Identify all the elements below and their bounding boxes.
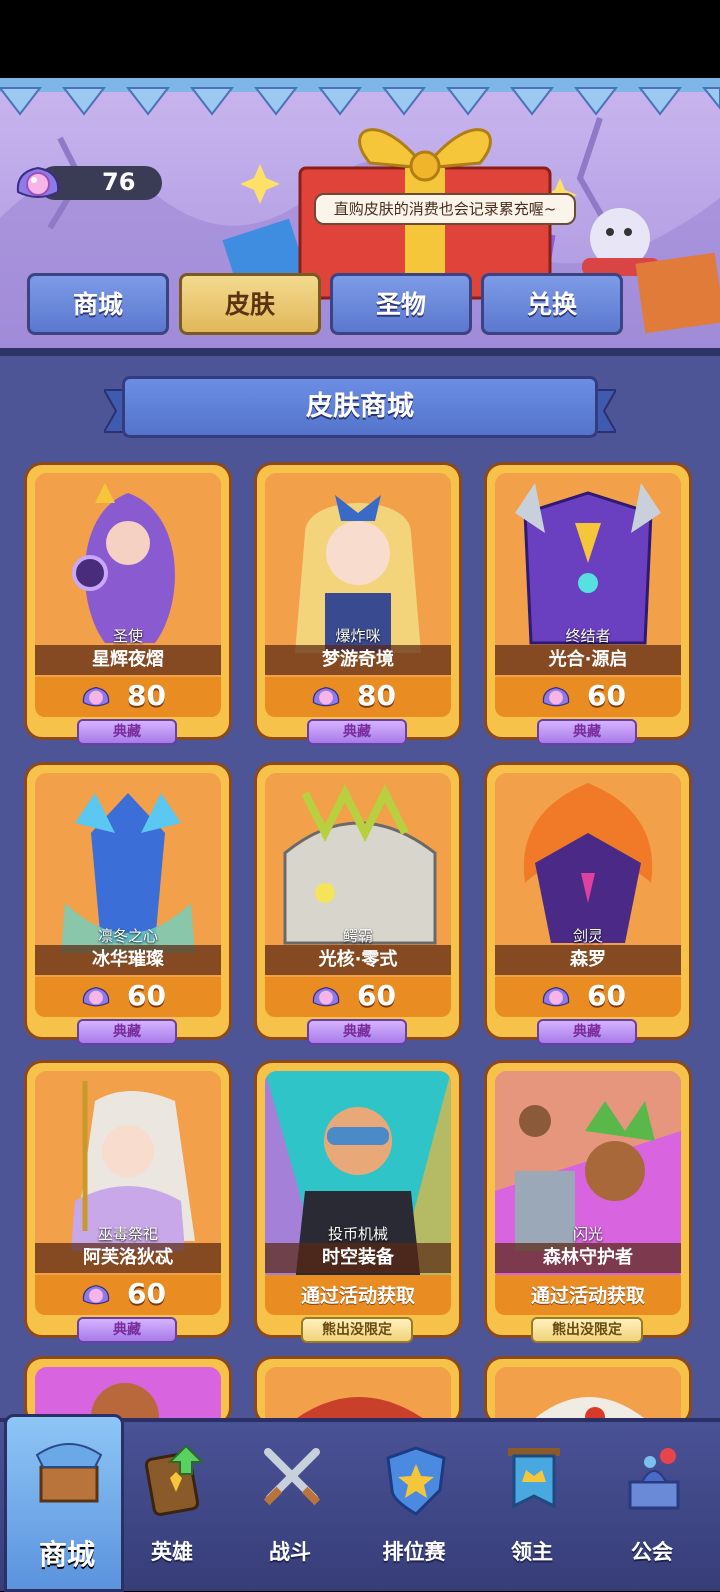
skin-card[interactable]: 闪光 森林守护者 通过活动获取 熊出没限定 [484, 1060, 692, 1343]
status-bar [0, 0, 720, 78]
pearl-gem-icon [312, 986, 340, 1007]
skin-price: 80 [127, 679, 166, 712]
limited-badge: 熊出没限定 [301, 1317, 413, 1343]
price-row: 60 [35, 977, 221, 1017]
skin-card[interactable]: 终结者 光合·源启 60 典藏 [484, 462, 692, 745]
skin-name: 森罗 [495, 945, 681, 975]
shop-chest-icon [35, 1443, 103, 1503]
hero-name: 投币机械 [327, 1225, 388, 1243]
nav-label: 公会 [631, 1540, 673, 1564]
pearl-gem-icon [312, 686, 340, 707]
collection-badge: 典藏 [537, 719, 637, 745]
skin-name: 森林守护者 [495, 1243, 681, 1273]
skin-name: 冰华璀璨 [35, 945, 221, 975]
pearl-gem-icon [82, 1284, 110, 1305]
nav-heroes[interactable]: 英雄 [112, 1422, 232, 1592]
hero-name: 鳄霸 [342, 927, 373, 945]
hero-name: 爆炸咪 [335, 627, 381, 645]
price-row: 60 [495, 677, 681, 717]
skin-card[interactable] [254, 1356, 462, 1427]
obtain-method: 通过活动获取 [530, 1285, 645, 1307]
section-title: 皮肤商城 [306, 391, 414, 422]
pearl-gem-icon [542, 986, 570, 1007]
nav-label: 领主 [511, 1540, 553, 1564]
price-row: 80 [265, 677, 451, 717]
currency-display: 76 [14, 162, 162, 202]
collection-badge: 典藏 [77, 1019, 177, 1045]
nav-shop[interactable]: 商城 [4, 1414, 124, 1592]
banner-tip: 直购皮肤的消费也会记录累充喔~ [314, 193, 576, 225]
nav-guild[interactable]: 公会 [592, 1422, 712, 1592]
pearl-gem-icon [542, 686, 570, 707]
obtain-method: 通过活动获取 [300, 1285, 415, 1307]
crossed-swords-icon [263, 1448, 321, 1506]
tab-relics[interactable]: 圣物 [330, 273, 472, 335]
nav-label: 排位赛 [382, 1540, 446, 1564]
guild-castle-icon [628, 1448, 680, 1510]
tab-shop[interactable]: 商城 [27, 273, 169, 335]
skin-price: 60 [587, 979, 626, 1012]
skin-card[interactable]: 圣使 星辉夜熠 80 典藏 [24, 462, 232, 745]
price-row: 通过活动获取 [495, 1275, 681, 1315]
price-row: 通过活动获取 [265, 1275, 451, 1315]
collection-badge: 典藏 [307, 1019, 407, 1045]
tab-skins[interactable]: 皮肤 [179, 273, 321, 335]
hero-name: 终结者 [565, 627, 611, 645]
skin-card[interactable]: 鳄霸 光核·零式 60 典藏 [254, 762, 462, 1045]
price-row: 60 [35, 1275, 221, 1315]
limited-badge: 熊出没限定 [531, 1317, 643, 1343]
skin-price: 60 [127, 979, 166, 1012]
price-row: 80 [35, 677, 221, 717]
skin-name: 梦游奇境 [265, 645, 451, 675]
skin-card[interactable]: 巫毒祭祀 阿芙洛狄忒 60 典藏 [24, 1060, 232, 1343]
skin-name: 星辉夜熠 [35, 645, 221, 675]
skin-price: 80 [357, 679, 396, 712]
skin-price: 60 [127, 1277, 166, 1310]
hero-card-icon [144, 1444, 205, 1516]
section-header: 皮肤商城 [104, 376, 616, 442]
nav-label: 英雄 [151, 1540, 193, 1564]
price-row: 60 [495, 977, 681, 1017]
hero-name: 圣使 [112, 627, 143, 645]
skin-card[interactable] [484, 1356, 692, 1427]
nav-ranked[interactable]: 排位赛 [354, 1422, 474, 1592]
skin-card[interactable]: 凛冬之心 冰华璀璨 60 典藏 [24, 762, 232, 1045]
collection-badge: 典藏 [537, 1019, 637, 1045]
hero-name: 凛冬之心 [97, 927, 158, 945]
skin-price: 60 [587, 679, 626, 712]
pearl-gem-icon [82, 686, 110, 707]
skin-name: 光核·零式 [265, 945, 451, 975]
nav-label: 商城 [38, 1538, 95, 1571]
bottom-nav: 商城 英雄 战斗 排位赛 领主 公会 [0, 1414, 720, 1592]
pearl-gem-icon [16, 166, 60, 198]
ranked-shield-icon [386, 1446, 446, 1516]
nav-battle[interactable]: 战斗 [230, 1422, 350, 1592]
skin-card[interactable]: 爆炸咪 梦游奇境 80 典藏 [254, 462, 462, 745]
skin-price: 60 [357, 979, 396, 1012]
skin-name: 时空装备 [265, 1243, 451, 1273]
nav-label: 战斗 [269, 1540, 311, 1564]
currency-amount: 76 [102, 168, 136, 196]
hero-name: 剑灵 [572, 927, 603, 945]
tab-exchange[interactable]: 兑换 [481, 273, 623, 335]
skin-card[interactable]: 投币机械 时空装备 通过活动获取 熊出没限定 [254, 1060, 462, 1343]
shop-tabs: 商城 皮肤 圣物 兑换 [27, 273, 627, 337]
skin-card[interactable]: 剑灵 森罗 60 典藏 [484, 762, 692, 1045]
collection-badge: 典藏 [77, 1317, 177, 1343]
hero-name: 巫毒祭祀 [97, 1225, 158, 1243]
collection-badge: 典藏 [77, 719, 177, 745]
skin-name: 光合·源启 [495, 645, 681, 675]
skin-name: 阿芙洛狄忒 [35, 1243, 221, 1273]
pearl-gem-icon [82, 986, 110, 1007]
nav-lord[interactable]: 领主 [472, 1422, 592, 1592]
collection-badge: 典藏 [307, 719, 407, 745]
hero-name: 闪光 [572, 1225, 603, 1243]
price-row: 60 [265, 977, 451, 1017]
lord-banner-icon [508, 1448, 560, 1509]
